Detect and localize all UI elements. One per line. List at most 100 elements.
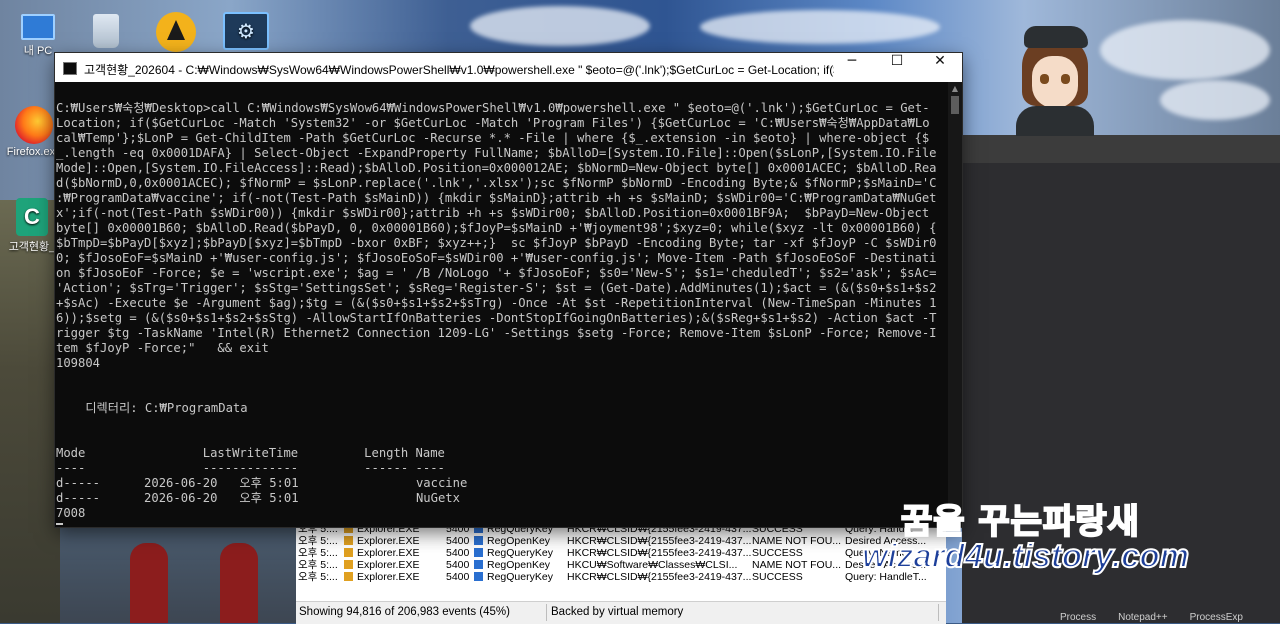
console-line: rigger $tg -TaskName 'Intel(R) Ethernet2… [56,326,937,340]
wallpaper-character [220,543,258,623]
cell-pid: 5400 [446,559,474,571]
gear-icon: ⚙ [223,12,269,50]
status-events: Showing 94,816 of 206,983 events (45%) [299,606,510,618]
cell-text: 오후 5:... [298,547,338,559]
status-bar: Showing 94,816 of 206,983 events (45%) B… [296,601,946,624]
cell-result: NAME NOT FOU... [752,559,842,571]
console-window[interactable]: 고객현황_202604 - C:₩Windows₩SysWow64₩Window… [55,53,962,527]
console-line: d----- 2026-06-20 오후 5:01 NuGetx [56,491,460,505]
cell-pid: 5400 [446,571,474,583]
scroll-up-icon[interactable]: ▲ [948,82,962,96]
desktop-icon-label: Firefox.exe [6,146,62,158]
cell-process: Explorer.EXE [344,535,436,547]
cell-text: Explorer.EXE [357,535,420,547]
cell-result: SUCCESS [752,547,842,559]
console-line: tem $fJoyP -Force;" && exit [56,341,269,355]
desktop-icon-shortcut-file[interactable]: C 고객현황_ [4,198,60,254]
registry-icon [474,548,483,557]
console-line: 'Action'; $sTrg='Trigger'; $sStg='Settin… [56,281,937,295]
cell-text: 오후 5:... [298,571,338,583]
console-line: Mode LastWriteTime Length Name [56,446,445,460]
background-app-tab[interactable]: Process [1060,612,1096,623]
console-output[interactable]: C:₩Users₩숙청₩Desktop>call C:₩Windows₩SysW… [55,82,948,527]
cell-pid: 5400 [446,547,474,559]
cell-text: NAME NOT FOU... [752,559,842,571]
cell-pid: 5400 [446,535,474,547]
cell-text: HKCR₩CLSID₩{2155fee3-2419-437... [567,547,752,559]
table-row[interactable]: 오후 5:... Explorer.EXE 5400 RegOpenKey HKCU₩S… [296,559,946,571]
cell-time: 오후 5:... [298,571,342,583]
process-icon [344,560,353,569]
wallpaper-bottom [60,525,300,623]
process-monitor-window: 오후 5:... Explorer.EXE 5400 RegQueryKey HKCR₩… [296,522,946,624]
desktop-icon-this-pc[interactable]: 내 PC [10,14,66,58]
cell-process: Explorer.EXE [344,571,436,583]
cell-path: HKCR₩CLSID₩{2155fee3-2419-437... [567,571,753,583]
console-line: :₩ProgramData₩vaccine'; if(-not(Test-Pat… [56,191,937,205]
scrollbar-thumb[interactable] [951,96,959,114]
console-line: cal₩Temp'};$LonP = Get-ChildItem -Path $… [56,131,930,145]
cell-text: 5400 [446,547,470,559]
console-line: +$sAc) -Execute $e -Argument $ag);$tg = … [56,296,937,310]
console-line: d----- 2026-06-20 오후 5:01 vaccine [56,476,468,490]
cell-process: Explorer.EXE [344,559,436,571]
cell-text: SUCCESS [752,571,803,583]
background-app-tabs: Process Notepad++ ProcessExp [1060,612,1280,623]
desktop-icon-firefox[interactable]: Firefox.exe [6,106,62,158]
process-icon [344,548,353,557]
title-bar[interactable]: 고객현황_202604 - C:₩Windows₩SysWow64₩Window… [55,53,962,82]
desktop-icon-recycle-bin[interactable] [78,14,134,50]
console-line: byte[] 0x00001B60; $bAlloD.Read($bPayD, … [56,221,937,235]
watermark-title: 꿈을 꾸는파랑새 [900,501,1140,543]
minimize-button[interactable]: ─ [830,53,874,82]
cell-process: Explorer.EXE [344,547,436,559]
close-button[interactable]: ✕ [918,53,962,82]
wallpaper-character [130,543,168,623]
cell-text: HKCU₩Software₩Classes₩CLSI... [567,559,738,571]
background-app-toolbar [962,135,1280,163]
console-line: Location; if($GetCurLoc -Match 'System32… [56,116,930,130]
cell-text: HKCR₩CLSID₩{2155fee3-2419-437... [567,535,752,547]
registry-icon [474,536,483,545]
process-icon [344,572,353,581]
cell-path: HKCR₩CLSID₩{2155fee3-2419-437... [567,535,753,547]
app-shortcut-icon [156,12,196,52]
cell-text: Explorer.EXE [357,571,420,583]
console-line: 6));$setg = (&($s0+$s1+$s2+$sStg) -Allow… [56,311,937,325]
text-cursor [56,523,63,525]
maximize-button[interactable]: ☐ [875,53,919,82]
console-line: 7008 [56,506,86,520]
cell-op: RegOpenKey [474,559,566,571]
console-line: 0; $fJosoEoF=$sMainD +'₩user-config.js';… [56,251,937,265]
table-row[interactable]: 오후 5:... Explorer.EXE 5400 RegQueryKey HKCR₩… [296,547,946,559]
cell-text: RegQueryKey [487,571,553,583]
table-row[interactable]: 오후 5:... Explorer.EXE 5400 RegQueryKey HKCR₩… [296,571,946,583]
console-line: C:₩Users₩숙청₩Desktop>call C:₩Windows₩SysW… [56,101,930,115]
cell-path: HKCR₩CLSID₩{2155fee3-2419-437... [567,547,753,559]
cell-op: RegOpenKey [474,535,566,547]
desktop-icon-app[interactable] [148,12,204,54]
cell-text: 5400 [446,535,470,547]
cell-result: NAME NOT FOU... [752,535,842,547]
recycle-bin-icon [93,14,119,48]
console-line: Mode]::Open,[System.IO.FileAccess]::Read… [56,161,937,175]
table-row[interactable]: 오후 5:... Explorer.EXE 5400 RegOpenKey HKCR₩C… [296,535,946,547]
computer-icon [21,14,55,40]
shortcut-file-icon: C [16,198,48,236]
registry-icon [474,560,483,569]
cell-text: 오후 5:... [298,535,338,547]
cell-text: SUCCESS [752,547,803,559]
cell-text: Explorer.EXE [357,559,420,571]
cell-path: HKCU₩Software₩Classes₩CLSI... [567,559,753,571]
wallpaper-avatar [1010,8,1100,136]
background-app-tab[interactable]: ProcessExp [1190,612,1243,623]
desktop-icon-settings[interactable]: ⚙ [218,12,274,52]
cell-text: 5400 [446,559,470,571]
console-line: d($bNormD,0,0x0001ACEC); $fNormP = $sLon… [56,176,937,190]
firefox-icon [15,106,53,144]
scrollbar[interactable]: ▲ ▼ [948,82,962,527]
background-app-tab[interactable]: Notepad++ [1118,612,1168,623]
cell-result: SUCCESS [752,571,842,583]
cell-op: RegQueryKey [474,547,566,559]
process-icon [344,536,353,545]
